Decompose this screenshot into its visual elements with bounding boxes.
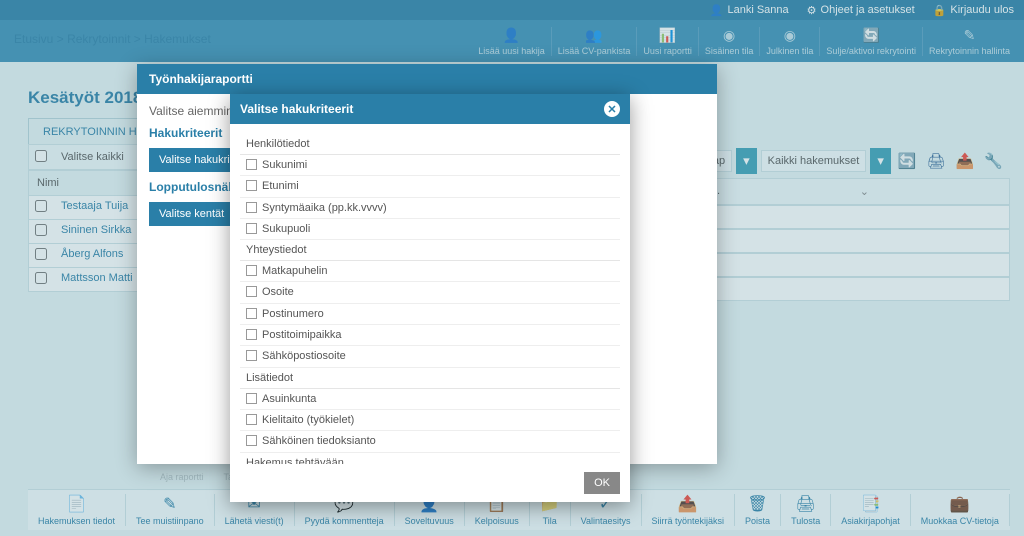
report-modal-title: Työnhakijaraportti bbox=[137, 64, 717, 94]
criteria-modal-header: Valitse hakukriteerit ✕ bbox=[230, 94, 630, 124]
criteria-label: Sähköinen tiedoksianto bbox=[262, 435, 376, 447]
criteria-list[interactable]: Henkilötiedot Sukunimi Etunimi Syntymäaika … bbox=[230, 124, 630, 464]
criteria-checkbox[interactable] bbox=[246, 308, 257, 319]
criteria-group-header: Yhteystiedot bbox=[240, 240, 620, 261]
select-criteria-button[interactable]: Valitse hakukrit bbox=[149, 148, 243, 172]
criteria-item[interactable]: Etunimi bbox=[240, 176, 620, 197]
criteria-group-header: Hakemus tehtävään bbox=[240, 453, 620, 464]
criteria-modal: Valitse hakukriteerit ✕ Henkilötiedot Suk… bbox=[230, 94, 630, 502]
criteria-checkbox[interactable] bbox=[246, 159, 257, 170]
criteria-item[interactable]: Postinumero bbox=[240, 304, 620, 325]
criteria-item[interactable]: Sukupuoli bbox=[240, 219, 620, 240]
criteria-label: Sukunimi bbox=[262, 159, 307, 171]
criteria-label: Syntymäaika (pp.kk.vvvv) bbox=[262, 202, 387, 214]
criteria-group-header: Lisätiedot bbox=[240, 368, 620, 389]
close-button[interactable]: ✕ bbox=[604, 101, 620, 117]
criteria-modal-title: Valitse hakukriteerit bbox=[240, 102, 353, 116]
criteria-item[interactable]: Osoite bbox=[240, 282, 620, 303]
criteria-item[interactable]: Asuinkunta bbox=[240, 389, 620, 410]
criteria-item[interactable]: Sähköpostiosoite bbox=[240, 346, 620, 367]
criteria-checkbox[interactable] bbox=[246, 393, 257, 404]
criteria-checkbox[interactable] bbox=[246, 329, 257, 340]
criteria-checkbox[interactable] bbox=[246, 223, 257, 234]
criteria-item[interactable]: Postitoimipaikka bbox=[240, 325, 620, 346]
criteria-label: Sähköpostiosoite bbox=[262, 350, 346, 362]
criteria-group-header: Henkilötiedot bbox=[240, 134, 620, 155]
criteria-checkbox[interactable] bbox=[246, 265, 257, 276]
criteria-label: Matkapuhelin bbox=[262, 265, 327, 277]
criteria-label: Sukupuoli bbox=[262, 223, 310, 235]
criteria-label: Osoite bbox=[262, 286, 294, 298]
criteria-checkbox[interactable] bbox=[246, 180, 257, 191]
ok-button[interactable]: OK bbox=[584, 472, 620, 494]
criteria-label: Asuinkunta bbox=[262, 393, 316, 405]
criteria-item[interactable]: Sähköinen tiedoksianto bbox=[240, 431, 620, 452]
criteria-label: Postitoimipaikka bbox=[262, 329, 341, 341]
criteria-checkbox[interactable] bbox=[246, 350, 257, 361]
criteria-item[interactable]: Syntymäaika (pp.kk.vvvv) bbox=[240, 198, 620, 219]
criteria-item[interactable]: Kielitaito (työkielet) bbox=[240, 410, 620, 431]
criteria-label: Postinumero bbox=[262, 308, 324, 320]
criteria-checkbox[interactable] bbox=[246, 286, 257, 297]
criteria-checkbox[interactable] bbox=[246, 202, 257, 213]
criteria-checkbox[interactable] bbox=[246, 414, 257, 425]
criteria-item[interactable]: Matkapuhelin bbox=[240, 261, 620, 282]
criteria-label: Kielitaito (työkielet) bbox=[262, 414, 354, 426]
select-fields-button[interactable]: Valitse kentät bbox=[149, 202, 234, 226]
criteria-checkbox[interactable] bbox=[246, 435, 257, 446]
criteria-item[interactable]: Sukunimi bbox=[240, 155, 620, 176]
criteria-label: Etunimi bbox=[262, 180, 299, 192]
